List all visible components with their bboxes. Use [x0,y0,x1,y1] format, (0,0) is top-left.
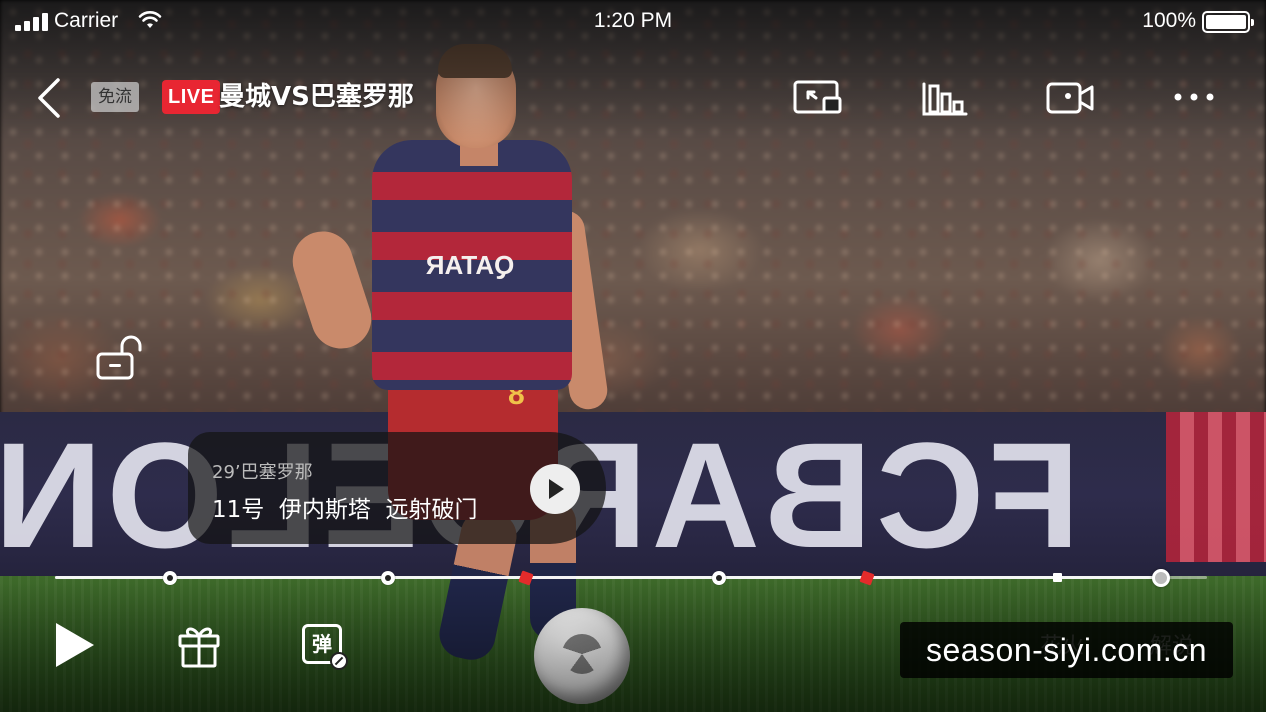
progress-timeline[interactable] [55,566,1207,590]
highlight-description: 11号 伊内斯塔 远射破门 [212,497,478,523]
status-bar: Carrier 1:20 PM 100% [0,0,1266,42]
timeline-thumb[interactable] [1151,569,1170,587]
back-button[interactable] [30,74,74,122]
timeline-progress [55,576,1161,579]
live-badge: LIVE [162,80,221,114]
danmaku-off-icon [330,652,348,670]
fan-flag [1166,412,1266,562]
goal-ball-marker[interactable] [163,571,178,585]
camera-icon[interactable] [1044,76,1096,118]
red-card-marker[interactable] [518,570,534,586]
gift-button[interactable] [176,622,222,670]
highlight-play-button[interactable] [530,464,580,514]
danmaku-toggle-button[interactable]: 弹 [300,622,350,672]
free-data-badge: 免流 [91,82,139,112]
watermark: season-siyi.com.cn [900,622,1233,678]
pip-icon[interactable] [792,76,844,118]
match-title: 曼城VS巴塞罗那 [219,82,414,112]
more-icon[interactable] [1170,76,1218,118]
battery-percent: 100% [1142,9,1196,32]
battery-icon [1202,11,1254,33]
red-card-marker[interactable] [859,570,875,586]
goal-ball-marker[interactable] [380,571,395,585]
highlight-card[interactable]: 29’巴塞罗那 11号 伊内斯塔 远射破门 [188,432,606,544]
clock: 1:20 PM [593,9,673,32]
highlight-time: 29’巴塞罗那 [212,462,313,483]
screen-lock-button[interactable] [94,334,144,384]
event-marker[interactable] [1053,573,1063,582]
goal-ball-marker[interactable] [711,571,726,585]
stats-bar-icon[interactable] [920,76,970,118]
play-button[interactable] [52,620,98,670]
